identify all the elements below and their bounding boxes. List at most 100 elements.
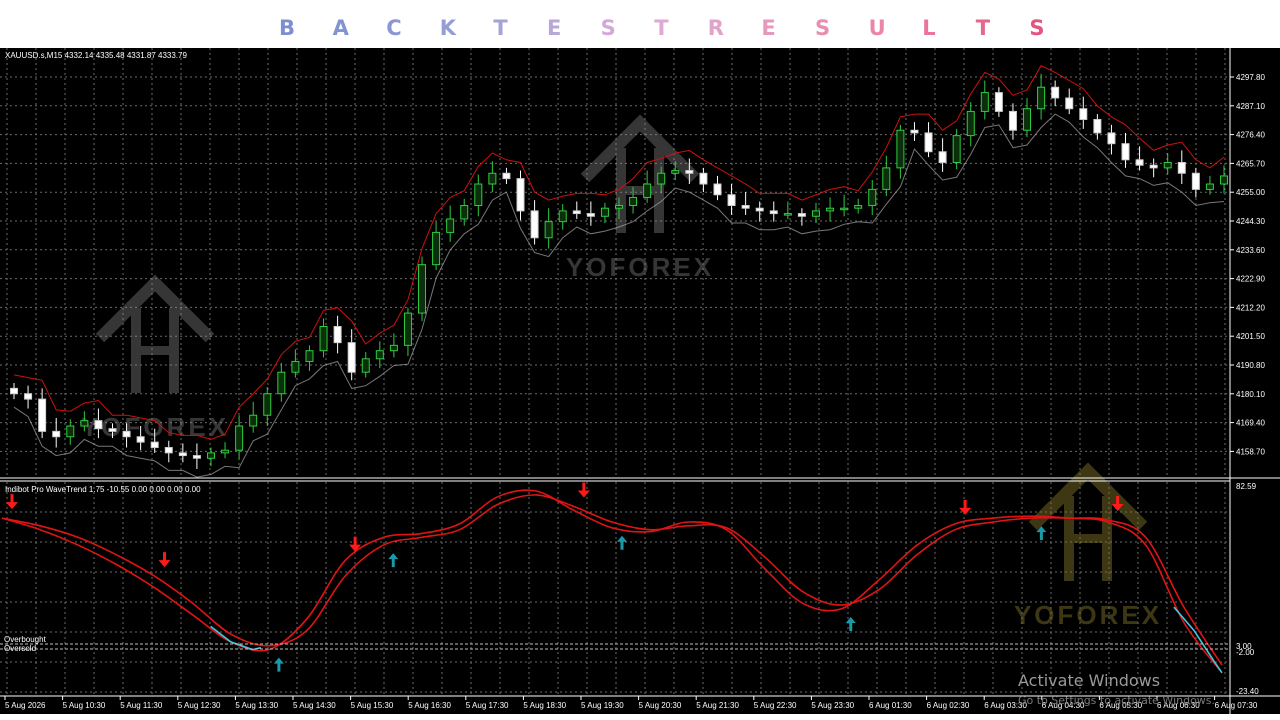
bear-candle [1191,172,1200,190]
activate-windows-title: Activate Windows [1018,671,1160,690]
bear-candle [797,213,806,217]
time-tick-label: 6 Aug 02:30 [927,701,970,710]
bull-candle [811,210,820,217]
bear-candle [755,207,764,212]
chart-window[interactable]: YOFOREX YOFOREX YOFOREX XAUUSD.s,M15 4332.… [0,48,1280,714]
bull-candle [291,360,300,373]
bull-candle [826,207,835,212]
yoforex-logo-icon: YOFOREX [81,274,226,442]
price-tick-label: 4180.10 [1236,390,1265,399]
bull-candle [1220,175,1228,185]
bear-candle [924,132,933,153]
overbought-label: Overbought [4,635,47,644]
bear-candle [1079,108,1088,120]
symbol-info: XAUUSD.s,M15 4332.14 4335.48 4331.87 433… [5,51,187,60]
banner-letter: T [654,16,669,40]
wavetrend-oversold-segment [210,625,262,651]
time-tick-label: 5 Aug 23:30 [811,701,854,710]
banner-letter: K [439,16,457,40]
price-tick-label: 4222.90 [1236,275,1265,284]
sell-arrow-icon [577,482,590,498]
buy-arrow-icon [273,657,284,672]
buy-arrow-icon [388,553,399,568]
bull-candle [896,129,905,169]
bull-candle [474,183,483,207]
logo-bar [616,186,664,195]
time-tick-label: 5 Aug 15:30 [351,701,394,710]
price-tick-label: 4265.70 [1236,159,1265,168]
bear-candle [994,92,1003,112]
bear-candle [727,194,736,207]
activate-windows-subtitle: Go to Settings to activate Windows. [1018,694,1215,707]
bear-candle [1107,132,1116,145]
banner-letter: S [600,16,616,40]
bear-candle [1065,97,1074,110]
bull-candle [460,205,469,220]
logo-roof [580,114,700,183]
bull-candle [263,393,272,416]
bull-candle [854,205,863,209]
bear-candle [38,398,47,432]
bear-candle [741,205,750,209]
banner-letter: S [815,16,831,40]
price-tick-label: 4244.30 [1236,217,1265,226]
bull-candle [882,167,891,190]
logo-bar [131,346,179,355]
bear-candle [108,428,117,432]
price-tick-label: 4233.60 [1236,246,1265,255]
bear-candle [122,430,131,438]
bear-candle [938,151,947,164]
bull-candle [277,371,286,395]
time-tick-label: 5 Aug 18:30 [523,701,566,710]
chart-canvas[interactable]: YOFOREX YOFOREX YOFOREX XAUUSD.s,M15 4332.… [0,48,1280,714]
buy-arrow-icon [617,535,627,550]
time-tick-label: 5 Aug 11:30 [120,701,163,710]
bull-candle [966,110,975,137]
bull-candle [235,425,244,451]
bear-candle [136,436,145,443]
bull-candle [305,350,314,362]
time-tick-label: 5 Aug 21:30 [696,701,739,710]
price-tick-label: 4287.10 [1236,102,1265,111]
bull-candle [643,183,652,198]
bull-candle [418,264,427,314]
bear-candle [1121,143,1130,161]
bear-candle [699,172,708,185]
bull-candle [868,188,877,207]
price-tick-label: 4212.20 [1236,303,1265,312]
bull-candle [1023,108,1032,131]
indicator-info: Indibot Pro WaveTrend 1.75 -10.55 0.00 0… [5,485,201,494]
bull-candle [249,414,258,427]
bear-candle [94,420,103,430]
banner-letter: E [761,16,776,40]
bear-candle [150,441,159,449]
bear-candle [685,170,694,174]
bear-candle [1008,110,1017,131]
bear-candle [502,172,511,180]
bear-candle [1051,86,1060,99]
bull-candle [558,210,567,223]
bull-candle [221,449,230,454]
price-tick-label: 4297.80 [1236,73,1265,82]
banner-letter: T [975,16,991,40]
buy-arrow-shape [388,553,399,568]
banner-letter: R [707,16,724,40]
buy-arrow-shape [273,657,284,672]
time-tick-label: 5 Aug 19:30 [581,701,624,710]
bear-candle [192,455,201,459]
bear-candle [24,393,33,400]
indicator-axis: 82.593.00-2.00-23.40 [1236,482,1259,696]
bull-candle [389,344,398,352]
sell-arrow-icon [959,499,972,515]
bull-candle [783,213,792,216]
bear-candle [516,178,525,212]
time-tick-label: 5 Aug 10:30 [63,701,106,710]
bull-candle [671,170,680,174]
indicator-tick-label: -23.40 [1236,687,1259,696]
bull-candle [629,196,638,207]
bear-candle [530,210,539,239]
bull-candle [657,172,666,185]
bull-candle [446,218,455,233]
bull-candle [432,231,441,266]
bull-candle [615,205,623,209]
